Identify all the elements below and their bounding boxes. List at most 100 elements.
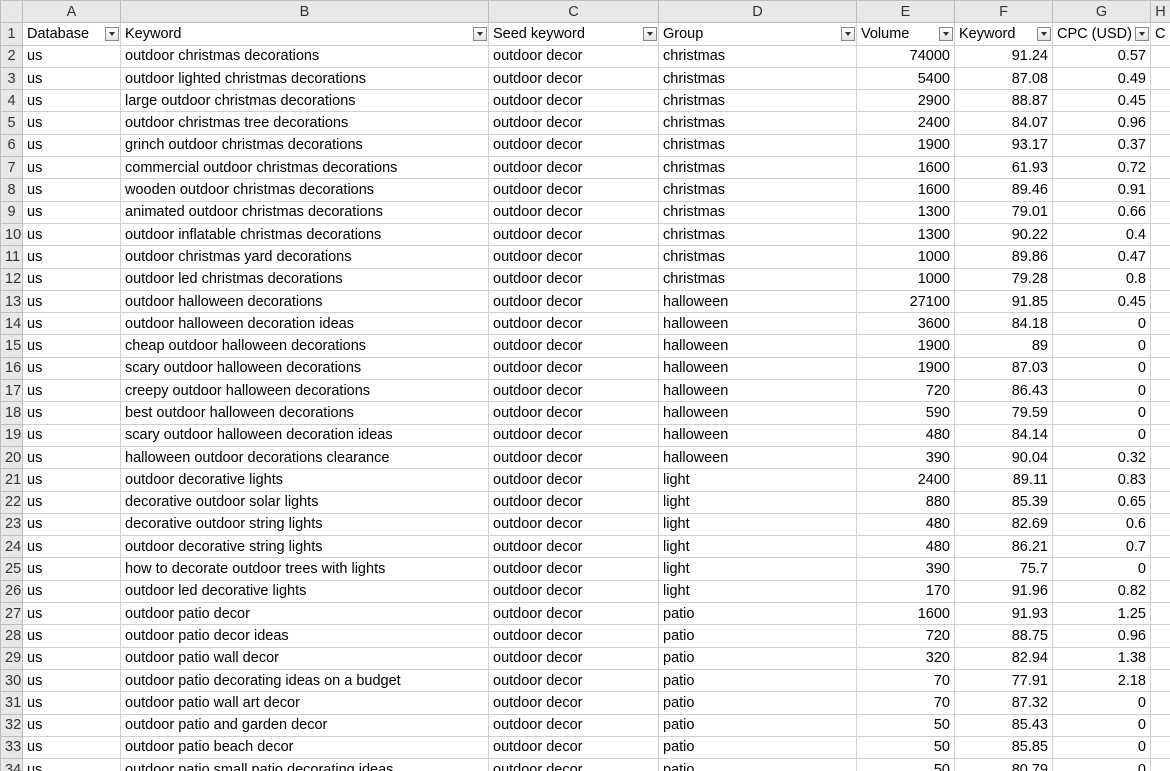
- cell-keyword[interactable]: outdoor patio decorating ideas on a budg…: [121, 669, 489, 691]
- cell-next[interactable]: [1151, 402, 1170, 424]
- cell-group[interactable]: patio: [659, 714, 857, 736]
- cell-group[interactable]: patio: [659, 625, 857, 647]
- cell-next[interactable]: [1151, 357, 1170, 379]
- cell-group[interactable]: christmas: [659, 201, 857, 223]
- row-header[interactable]: 7: [1, 157, 23, 179]
- cell-database[interactable]: us: [23, 402, 121, 424]
- cell-volume[interactable]: 480: [857, 424, 955, 446]
- cell-seed-keyword[interactable]: outdoor decor: [489, 357, 659, 379]
- col-header-G[interactable]: G: [1053, 1, 1151, 23]
- row-header[interactable]: 14: [1, 313, 23, 335]
- cell-database[interactable]: us: [23, 357, 121, 379]
- cell-next[interactable]: [1151, 112, 1170, 134]
- cell-database[interactable]: us: [23, 580, 121, 602]
- row-header[interactable]: 2: [1, 45, 23, 67]
- cell-volume[interactable]: 5400: [857, 67, 955, 89]
- cell-next[interactable]: [1151, 424, 1170, 446]
- cell-keyword[interactable]: outdoor led christmas decorations: [121, 268, 489, 290]
- cell-cpc[interactable]: 2.18: [1053, 669, 1151, 691]
- cell-seed-keyword[interactable]: outdoor decor: [489, 313, 659, 335]
- cell-database[interactable]: us: [23, 714, 121, 736]
- row-header[interactable]: 5: [1, 112, 23, 134]
- cell-database[interactable]: us: [23, 513, 121, 535]
- cell-kd[interactable]: 84.14: [955, 424, 1053, 446]
- row-header[interactable]: 18: [1, 402, 23, 424]
- cell-kd[interactable]: 88.75: [955, 625, 1053, 647]
- cell-seed-keyword[interactable]: outdoor decor: [489, 446, 659, 468]
- cell-kd[interactable]: 89.11: [955, 469, 1053, 491]
- cell-kd[interactable]: 79.59: [955, 402, 1053, 424]
- cell-group[interactable]: light: [659, 469, 857, 491]
- cell-database[interactable]: us: [23, 380, 121, 402]
- cell-group[interactable]: light: [659, 491, 857, 513]
- cell-keyword[interactable]: outdoor christmas tree decorations: [121, 112, 489, 134]
- cell-database[interactable]: us: [23, 157, 121, 179]
- cell-seed-keyword[interactable]: outdoor decor: [489, 179, 659, 201]
- cell-keyword[interactable]: outdoor halloween decorations: [121, 290, 489, 312]
- cell-keyword[interactable]: outdoor led decorative lights: [121, 580, 489, 602]
- cell-volume[interactable]: 50: [857, 759, 955, 771]
- row-header[interactable]: 25: [1, 558, 23, 580]
- cell-next[interactable]: [1151, 446, 1170, 468]
- cell-volume[interactable]: 590: [857, 402, 955, 424]
- cell-volume[interactable]: 480: [857, 513, 955, 535]
- row-header[interactable]: 20: [1, 446, 23, 468]
- cell-seed-keyword[interactable]: outdoor decor: [489, 112, 659, 134]
- cell-seed-keyword[interactable]: outdoor decor: [489, 246, 659, 268]
- row-header[interactable]: 11: [1, 246, 23, 268]
- row-header[interactable]: 6: [1, 134, 23, 156]
- header-volume[interactable]: Volume: [857, 23, 955, 45]
- cell-cpc[interactable]: 0.82: [1053, 580, 1151, 602]
- cell-keyword[interactable]: outdoor patio wall decor: [121, 647, 489, 669]
- cell-database[interactable]: us: [23, 268, 121, 290]
- cell-kd[interactable]: 89: [955, 335, 1053, 357]
- cell-next[interactable]: [1151, 201, 1170, 223]
- cell-cpc[interactable]: 0.96: [1053, 625, 1151, 647]
- cell-group[interactable]: light: [659, 513, 857, 535]
- cell-volume[interactable]: 74000: [857, 45, 955, 67]
- row-header[interactable]: 8: [1, 179, 23, 201]
- row-header[interactable]: 34: [1, 759, 23, 771]
- row-header[interactable]: 23: [1, 513, 23, 535]
- cell-volume[interactable]: 2400: [857, 112, 955, 134]
- cell-database[interactable]: us: [23, 201, 121, 223]
- cell-kd[interactable]: 91.93: [955, 603, 1053, 625]
- cell-database[interactable]: us: [23, 625, 121, 647]
- cell-volume[interactable]: 170: [857, 580, 955, 602]
- row-header[interactable]: 10: [1, 223, 23, 245]
- cell-next[interactable]: [1151, 714, 1170, 736]
- cell-seed-keyword[interactable]: outdoor decor: [489, 67, 659, 89]
- header-seed-keyword[interactable]: Seed keyword: [489, 23, 659, 45]
- header-cpc[interactable]: CPC (USD): [1053, 23, 1151, 45]
- row-header[interactable]: 24: [1, 536, 23, 558]
- cell-database[interactable]: us: [23, 90, 121, 112]
- cell-group[interactable]: patio: [659, 692, 857, 714]
- cell-next[interactable]: [1151, 558, 1170, 580]
- col-header-E[interactable]: E: [857, 1, 955, 23]
- cell-keyword[interactable]: scary outdoor halloween decoration ideas: [121, 424, 489, 446]
- row-header[interactable]: 13: [1, 290, 23, 312]
- database-filter-button[interactable]: [105, 27, 119, 41]
- cell-seed-keyword[interactable]: outdoor decor: [489, 491, 659, 513]
- cell-cpc[interactable]: 0.8: [1053, 268, 1151, 290]
- cell-next[interactable]: [1151, 45, 1170, 67]
- cell-keyword[interactable]: halloween outdoor decorations clearance: [121, 446, 489, 468]
- cell-kd[interactable]: 80.79: [955, 759, 1053, 771]
- cell-database[interactable]: us: [23, 290, 121, 312]
- cell-group[interactable]: patio: [659, 669, 857, 691]
- cell-database[interactable]: us: [23, 134, 121, 156]
- cell-next[interactable]: [1151, 603, 1170, 625]
- cell-seed-keyword[interactable]: outdoor decor: [489, 603, 659, 625]
- cell-seed-keyword[interactable]: outdoor decor: [489, 759, 659, 771]
- row-header[interactable]: 32: [1, 714, 23, 736]
- row-header[interactable]: 17: [1, 380, 23, 402]
- cell-cpc[interactable]: 1.38: [1053, 647, 1151, 669]
- cell-volume[interactable]: 1600: [857, 157, 955, 179]
- cell-seed-keyword[interactable]: outdoor decor: [489, 580, 659, 602]
- cell-kd[interactable]: 82.69: [955, 513, 1053, 535]
- cell-database[interactable]: us: [23, 67, 121, 89]
- cell-group[interactable]: halloween: [659, 290, 857, 312]
- group-filter-button[interactable]: [841, 27, 855, 41]
- header-keyword[interactable]: Keyword: [121, 23, 489, 45]
- cell-keyword[interactable]: creepy outdoor halloween decorations: [121, 380, 489, 402]
